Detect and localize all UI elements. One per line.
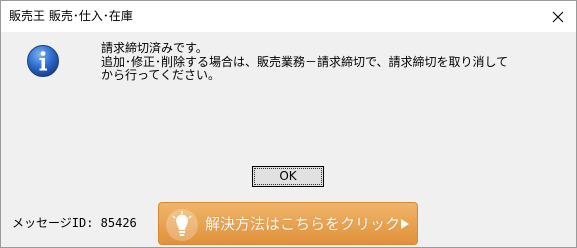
close-icon (552, 11, 564, 23)
ok-button[interactable]: OK (252, 166, 324, 187)
message-id: メッセージID: 85426 (12, 216, 137, 230)
message-text: 請求締切済みです。 追加･修正･削除する場合は、販売業務－請求締切で、請求締切を… (101, 41, 509, 83)
message-line: 追加･修正･削除する場合は、販売業務－請求締切で、請求締切を取り消して (101, 54, 509, 69)
solution-help-button[interactable]: 解決方法はこちらをクリック (158, 202, 418, 245)
window-title: 販売王 販売･仕入･在庫 (9, 9, 133, 23)
arrow-right-icon (401, 219, 409, 229)
title-bar: 販売王 販売･仕入･在庫 (1, 1, 576, 32)
solution-help-label: 解決方法はこちらをクリック (205, 215, 401, 233)
dialog-content: 請求締切済みです。 追加･修正･削除する場合は、販売業務－請求締切で、請求締切を… (1, 32, 576, 247)
message-line: 請求締切済みです。 (101, 41, 208, 55)
lightbulb-icon (166, 209, 198, 241)
dialog-window: 販売王 販売･仕入･在庫 請求締切済みです。 追加･修正･削除する場合は、販売業… (0, 0, 577, 248)
info-icon (27, 45, 59, 77)
close-button[interactable] (548, 7, 568, 27)
message-line: から行ってください。 (101, 68, 221, 82)
